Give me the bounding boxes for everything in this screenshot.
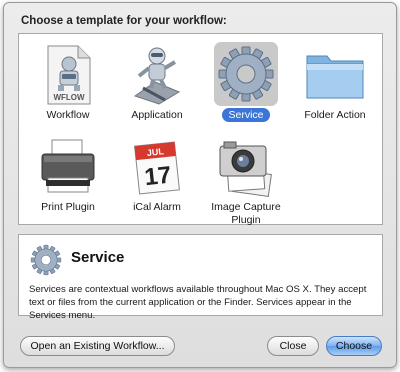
close-button[interactable]: Close <box>267 336 319 356</box>
description-text: Services are contextual workflows availa… <box>29 284 367 321</box>
gear-icon <box>29 243 63 277</box>
template-label: Workflow <box>46 109 90 121</box>
choose-button[interactable]: Choose <box>326 336 382 356</box>
calendar-day: 17 <box>143 162 172 192</box>
open-existing-workflow-button[interactable]: Open an Existing Workflow... <box>20 336 175 356</box>
gear-icon <box>214 42 278 106</box>
template-folder-action[interactable]: Folder Action <box>291 40 379 132</box>
automator-robot-icon <box>125 42 189 106</box>
printer-icon <box>36 134 100 198</box>
selected-label-pill: Service <box>222 108 270 122</box>
template-chooser-dialog: Choose a template for your workflow: WFL… <box>3 2 397 368</box>
template-label: Folder Action <box>304 109 366 121</box>
camera-icon <box>214 134 278 198</box>
template-grid: WFLOW Workflow Application Service Folde… <box>18 33 383 226</box>
template-print-plugin[interactable]: Print Plugin <box>24 132 112 224</box>
folder-icon <box>303 42 367 106</box>
calendar-month: JUL <box>146 146 164 158</box>
template-image-capture-plugin[interactable]: Image Capture Plugin <box>202 132 290 226</box>
template-application[interactable]: Application <box>113 40 201 132</box>
template-ical-alarm[interactable]: JUL 17 iCal Alarm <box>113 132 201 224</box>
template-label: Image Capture Plugin <box>211 201 281 226</box>
calendar-icon: JUL 17 <box>125 134 189 198</box>
dialog-prompt: Choose a template for your workflow: <box>21 15 227 27</box>
workflow-document-icon: WFLOW <box>36 42 100 106</box>
template-label: Print Plugin <box>41 201 95 213</box>
template-service[interactable]: Service <box>202 40 290 132</box>
template-label: Service <box>202 108 290 122</box>
template-label: Application <box>131 109 183 121</box>
template-description-panel: Service Services are contextual workflow… <box>18 234 383 321</box>
workflow-badge-text: WFLOW <box>53 93 85 102</box>
description-title: Service <box>71 249 125 266</box>
template-workflow[interactable]: WFLOW Workflow <box>24 40 112 132</box>
template-label: iCal Alarm <box>133 201 181 213</box>
